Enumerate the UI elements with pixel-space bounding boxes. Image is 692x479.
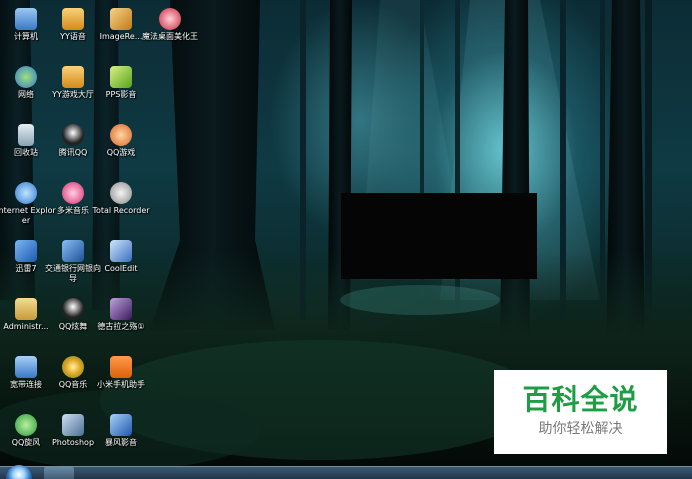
- thunder-icon: [15, 240, 37, 262]
- desktop-icon-dracula-game[interactable]: 德古拉之殇①: [91, 298, 151, 332]
- cooledit-icon: [110, 240, 132, 262]
- desktop: 计算机 网络 回收站 Internet Explorer 迅雷7 Adminis…: [0, 0, 692, 479]
- internet-explorer-icon: [15, 182, 37, 204]
- recycle-bin-icon: [18, 124, 34, 146]
- desktop-icon-label: 魔法桌面美化王: [142, 32, 198, 41]
- broadband-connection-icon: [15, 356, 37, 378]
- desktop-icon-total-recorder[interactable]: Total Recorder: [91, 182, 151, 216]
- desktop-icon-cooledit[interactable]: CoolEdit: [91, 240, 151, 274]
- duomi-music-icon: [62, 182, 84, 204]
- bank-guide-icon: [62, 240, 84, 262]
- taskbar-internet-explorer-icon[interactable]: [44, 467, 74, 479]
- network-icon: [15, 66, 37, 88]
- image-app-icon: [110, 8, 132, 30]
- xiaomi-assistant-icon: [110, 356, 132, 378]
- qq-game-icon: [110, 124, 132, 146]
- user-folder-icon: [15, 298, 37, 320]
- baike-watermark: 百科全说 助你轻松解决: [494, 370, 667, 454]
- taskbar: [0, 465, 692, 479]
- total-recorder-icon: [110, 182, 132, 204]
- baofeng-player-icon: [110, 414, 132, 436]
- desktop-icon-label: 德古拉之殇①: [97, 322, 145, 331]
- desktop-icon-pps-player[interactable]: PPS影音: [91, 66, 151, 100]
- desktop-icon-label: 小米手机助手: [97, 380, 145, 389]
- magic-desktop-icon: [159, 8, 181, 30]
- yy-game-hall-icon: [62, 66, 84, 88]
- dracula-game-icon: [110, 298, 132, 320]
- desktop-icon-qq-game[interactable]: QQ游戏: [91, 124, 151, 158]
- photoshop-icon: [62, 414, 84, 436]
- pps-player-icon: [110, 66, 132, 88]
- desktop-icon-magic-desktop[interactable]: 魔法桌面美化王: [140, 8, 200, 42]
- desktop-icon-baofeng-player[interactable]: 暴风影音: [91, 414, 151, 448]
- desktop-icon-label: 暴风影音: [105, 438, 137, 447]
- redacted-region: [341, 193, 537, 279]
- qq-dance-icon: [62, 298, 84, 320]
- qq-music-icon: [62, 356, 84, 378]
- desktop-icon-xiaomi-assistant[interactable]: 小米手机助手: [91, 356, 151, 390]
- computer-icon: [15, 8, 37, 30]
- watermark-title: 百科全说: [522, 383, 639, 416]
- watermark-subtitle: 助你轻松解决: [538, 421, 623, 437]
- qq-whirlwind-icon: [15, 414, 37, 436]
- desktop-icon-label: QQ游戏: [106, 148, 136, 157]
- desktop-icon-label: CoolEdit: [104, 264, 138, 273]
- qq-penguin-icon: [62, 124, 84, 146]
- yy-voice-icon: [62, 8, 84, 30]
- desktop-icon-label: PPS影音: [105, 90, 137, 99]
- windows-orb-icon[interactable]: [6, 465, 32, 479]
- desktop-icon-label: Total Recorder: [92, 206, 150, 215]
